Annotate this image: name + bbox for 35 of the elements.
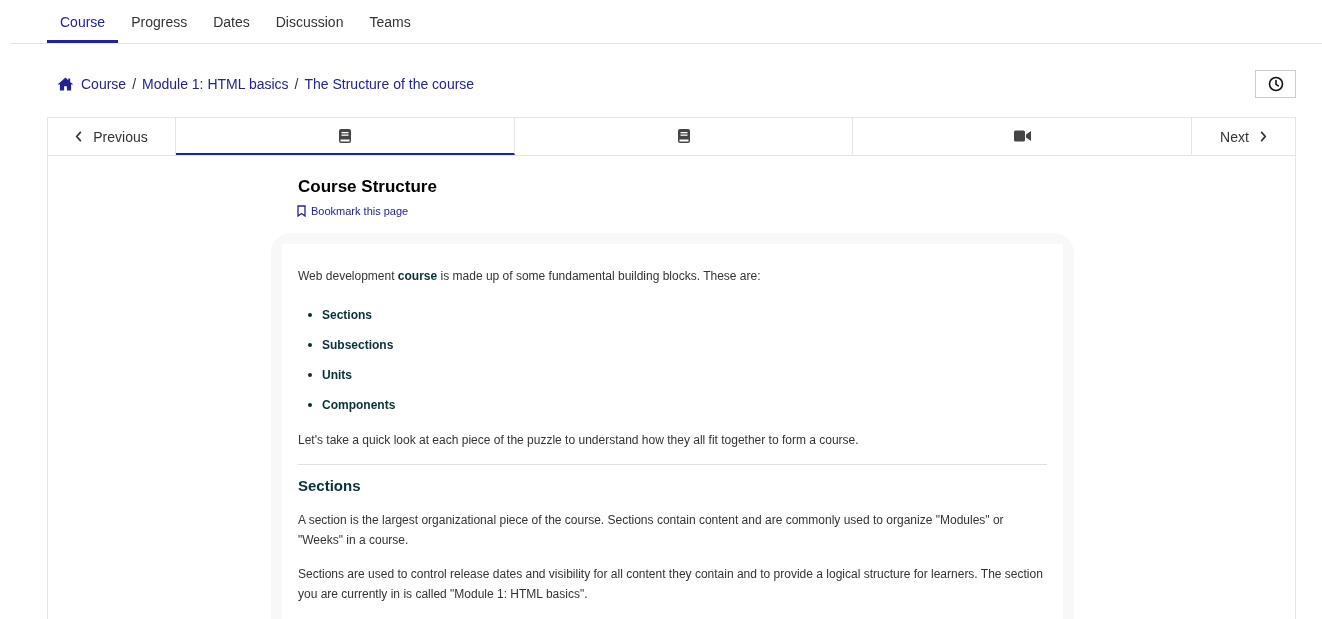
list-item: Components xyxy=(322,398,396,412)
bullet-icon xyxy=(308,313,312,317)
breadcrumb-separator: / xyxy=(132,76,137,92)
list-item: Units xyxy=(322,368,352,382)
section-heading: Sections xyxy=(298,477,362,494)
course-tab[interactable]: Dates xyxy=(200,0,263,43)
breadcrumb-link[interactable]: Module 1: HTML basics xyxy=(142,76,289,92)
bullet-icon xyxy=(308,343,312,347)
paragraph: Sections are used to control release dates and visibility for all content they contain and to provide a logical structure for learners. The section you are currently in is called "Module 1: HTML basics". xyxy=(298,566,1043,603)
unit-tab[interactable] xyxy=(176,118,515,155)
book-icon xyxy=(338,128,351,143)
unit-title: Course Structure xyxy=(298,177,438,197)
video-camera-icon xyxy=(1013,129,1031,142)
course-tab[interactable]: Course xyxy=(47,0,119,43)
list-item: Sections xyxy=(322,308,372,322)
clock-icon xyxy=(1267,76,1284,92)
course-tab[interactable]: Teams xyxy=(356,0,424,43)
history-button[interactable] xyxy=(1255,70,1296,98)
bookmark-icon xyxy=(297,205,306,217)
bullet-icon xyxy=(308,373,312,377)
paragraph: A section is the largest organizational piece of the course. Sections contain content and are commonly used to organize "Modules" or "Weeks" in a course. xyxy=(298,512,1005,549)
list-item: Subsections xyxy=(322,338,394,352)
chevron-right-icon xyxy=(1258,131,1267,142)
breadcrumb-link[interactable]: The Structure of the course xyxy=(304,76,475,92)
chevron-left-icon xyxy=(75,131,84,142)
bullet-icon xyxy=(308,403,312,407)
home-icon xyxy=(57,77,74,91)
breadcrumb-separator: / xyxy=(294,76,299,92)
paragraph: Let's take a quick look at each piece of the puzzle to understand how they all fit together to form a course. xyxy=(298,432,860,449)
breadcrumb-link[interactable]: Course xyxy=(81,76,127,92)
course-tab[interactable]: Discussion xyxy=(262,0,357,43)
paragraph: Web development course is made up of some fundamental building blocks. These are: xyxy=(298,268,762,285)
course-tab[interactable]: Progress xyxy=(118,0,201,43)
bookmark-link[interactable]: Bookmark this page xyxy=(297,205,409,217)
book-icon xyxy=(677,128,690,143)
